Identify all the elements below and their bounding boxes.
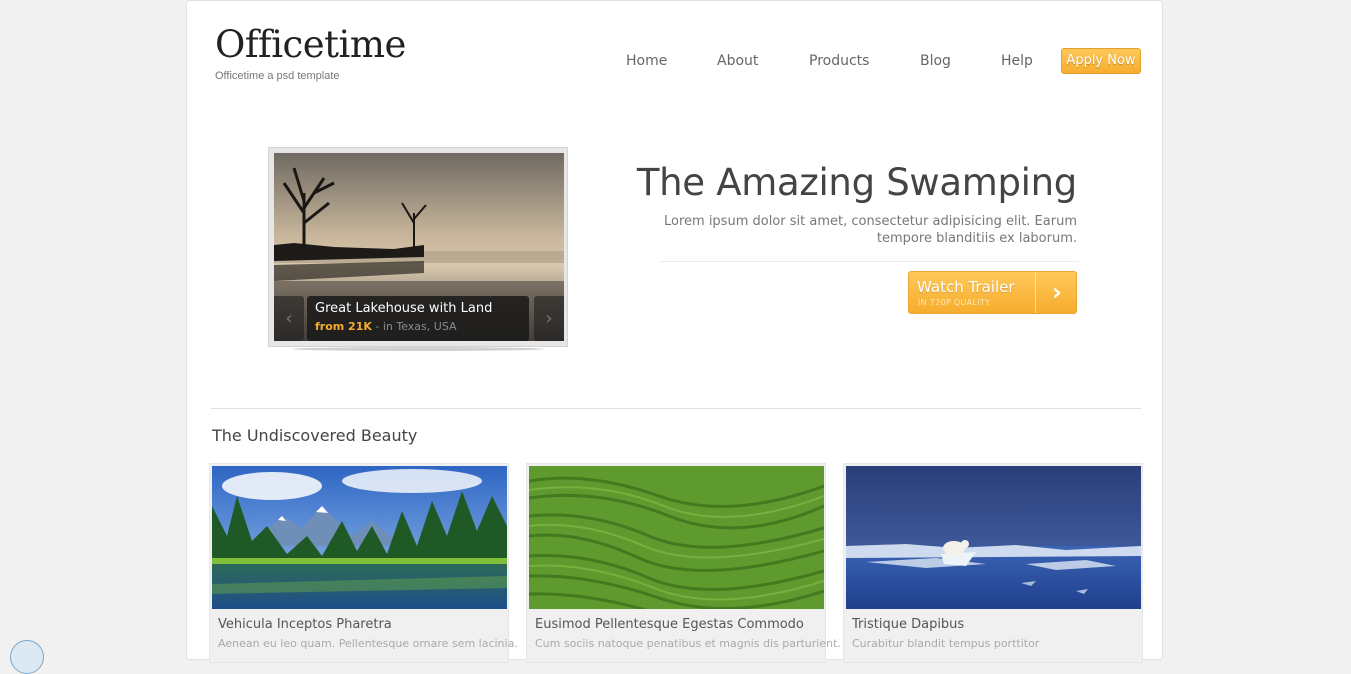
watch-trailer-label: Watch Trailer xyxy=(917,278,1015,296)
site-tagline: Officetime a psd template xyxy=(215,70,340,82)
nav-item-home[interactable]: Home xyxy=(626,53,667,69)
card-image xyxy=(529,466,824,609)
nav-item-about[interactable]: About xyxy=(717,53,758,69)
slider-caption-location: - in Texas, USA xyxy=(371,320,457,333)
slider-next-button[interactable]: › xyxy=(534,296,564,341)
slider-caption: Great Lakehouse with Land from 21K - in … xyxy=(307,296,529,341)
card-description: Curabitur blandit tempus porttitor xyxy=(852,637,1040,650)
card-description: Aenean eu leo quam. Pellentesque ornare … xyxy=(218,637,518,650)
chevron-left-icon: ‹ xyxy=(285,308,293,329)
corner-badge-icon[interactable] xyxy=(10,640,44,674)
section-divider xyxy=(211,408,1141,409)
slider-caption-subtitle: from 21K - in Texas, USA xyxy=(315,320,457,333)
nav-item-products[interactable]: Products xyxy=(809,53,869,69)
tea-fields-photo xyxy=(529,466,824,609)
site-logo-title[interactable]: Officetime xyxy=(215,23,406,66)
polar-bear-photo xyxy=(846,466,1141,609)
hero-title: The Amazing Swamping xyxy=(636,161,1077,204)
chevron-right-icon: › xyxy=(545,308,553,329)
forest-lake-photo xyxy=(212,466,507,609)
apply-now-button[interactable]: Apply Now xyxy=(1061,48,1141,74)
nav-item-blog[interactable]: Blog xyxy=(920,53,951,69)
card-title: Vehicula Inceptos Pharetra xyxy=(218,617,392,632)
card-item[interactable]: Vehicula Inceptos Pharetra Aenean eu leo… xyxy=(209,463,518,663)
slider-image: ‹ Great Lakehouse with Land from 21K - i… xyxy=(274,153,564,341)
hero-slider: ‹ Great Lakehouse with Land from 21K - i… xyxy=(268,147,568,347)
watch-trailer-sublabel: IN 720P QUALITY xyxy=(918,298,991,307)
hero-divider xyxy=(659,261,1079,262)
watch-trailer-button[interactable]: Watch Trailer IN 720P QUALITY › xyxy=(908,271,1077,314)
card-item[interactable]: Eusimod Pellentesque Egestas Commodo Cum… xyxy=(526,463,841,663)
section-title: The Undiscovered Beauty xyxy=(212,426,418,445)
page-container: Officetime Officetime a psd template Hom… xyxy=(186,0,1163,663)
card-description: Cum sociis natoque penatibus et magnis d… xyxy=(535,637,841,650)
watch-trailer-separator xyxy=(1035,272,1036,313)
card-title: Tristique Dapibus xyxy=(852,617,965,632)
card-image xyxy=(846,466,1141,609)
nav-item-help[interactable]: Help xyxy=(1001,53,1033,69)
slider-caption-price: from 21K xyxy=(315,320,372,333)
hero-description: Lorem ipsum dolor sit amet, consectetur … xyxy=(664,214,1077,246)
card-item[interactable]: Tristique Dapibus Curabitur blandit temp… xyxy=(843,463,1143,663)
card-image xyxy=(212,466,507,609)
slider-caption-title: Great Lakehouse with Land xyxy=(315,301,493,316)
slider-shadow xyxy=(292,347,544,351)
slider-prev-button[interactable]: ‹ xyxy=(274,296,304,341)
card-title: Eusimod Pellentesque Egestas Commodo xyxy=(535,617,804,632)
chevron-right-icon: › xyxy=(1052,278,1062,306)
